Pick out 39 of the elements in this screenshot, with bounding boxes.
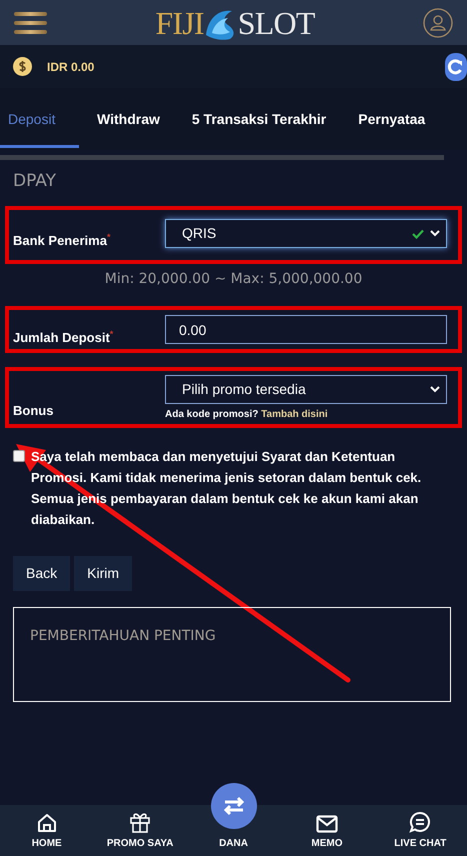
form-button[interactable]: Kirim (74, 556, 132, 591)
promo-hint: Ada kode promosi? (165, 409, 258, 420)
chevron-down-icon (430, 386, 440, 393)
nav-item[interactable]: LIVE CHAT (374, 805, 467, 856)
checkbox[interactable] (13, 450, 25, 462)
required-mark: * (106, 232, 110, 242)
nav-item[interactable]: DANA (186, 781, 280, 856)
range-note: Min: 20,000.00 ~ Max: 5,000,000.00 (104, 270, 364, 289)
balance-amount: IDR 0.00 (47, 58, 94, 76)
bank-select[interactable]: QRIS (165, 219, 447, 248)
tab[interactable]: Pernyataa (344, 88, 440, 150)
refresh-icon[interactable] (445, 53, 467, 81)
bonus-select[interactable]: Pilih promo tersedia (165, 375, 447, 404)
chevron-down-icon (430, 230, 440, 237)
section-title: DPAY (12, 170, 57, 193)
nav-item[interactable]: HOME (0, 805, 94, 856)
gift-icon (129, 811, 152, 833)
required-mark: * (110, 329, 114, 339)
field-label: Bonus (13, 403, 54, 418)
user-icon[interactable] (423, 8, 453, 38)
logo-text: FIJI (155, 6, 204, 38)
form-button[interactable]: Back (13, 556, 70, 591)
logo-text: SLOT (238, 6, 315, 38)
tab[interactable]: Deposit (0, 88, 79, 150)
nav-item[interactable]: PROMO SAYA (93, 805, 187, 856)
notice-title: PEMBERITAHUAN PENTING (30, 628, 216, 644)
transfer-arrows-icon (210, 783, 257, 829)
tab[interactable]: Withdraw (83, 88, 174, 150)
tab[interactable]: 5 Transaksi Terakhir (178, 88, 340, 150)
nav-item[interactable]: MEMO (280, 805, 374, 856)
amount-input[interactable]: 0.00 (165, 315, 447, 344)
add-promo-link[interactable]: Tambah disini (261, 409, 328, 420)
chat-bubble-icon (409, 811, 432, 833)
coin-icon (13, 57, 32, 76)
envelope-icon (316, 815, 338, 833)
home-icon (36, 813, 57, 833)
field-label: Bank Penerima (13, 233, 107, 248)
menu-icon[interactable] (14, 10, 47, 34)
field-label: Jumlah Deposit (13, 330, 110, 345)
